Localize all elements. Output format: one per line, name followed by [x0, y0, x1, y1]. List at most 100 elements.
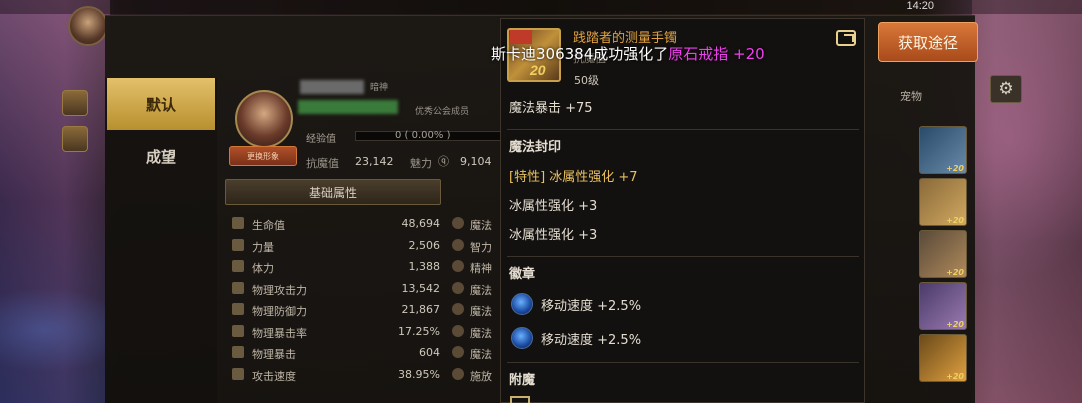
broadcast-item: 原石戒指 +20: [668, 45, 765, 63]
attribute-row-right: 魔法: [452, 300, 500, 320]
tab-reputation[interactable]: 成望: [107, 130, 215, 182]
pet-tab[interactable]: 宠物: [900, 88, 922, 104]
slot-enhance: +20: [946, 320, 964, 329]
attribute-row: 攻击速度 38.95%: [232, 365, 440, 385]
attribute-value: 17.25%: [398, 324, 440, 338]
basic-attributes-tab[interactable]: 基础属性: [225, 179, 441, 205]
equipment-slot[interactable]: +20: [919, 230, 967, 278]
emblem-line-2: 移动速度 +2.5%: [541, 333, 642, 348]
attribute-value: 2,506: [408, 238, 441, 252]
attribute-icon: [232, 303, 244, 315]
attribute-row-right: 魔法: [452, 214, 500, 234]
share-icon[interactable]: [836, 30, 856, 46]
broadcast-prefix: 斯卡迪306384成功强化了: [491, 45, 669, 63]
blurred-name: [300, 80, 364, 94]
attribute-value: 48,694: [401, 217, 441, 230]
slot-enhance: +20: [946, 216, 964, 225]
quest-icon[interactable]: [62, 90, 88, 116]
class-name: 暗神: [370, 83, 389, 93]
broadcast-message: 斯卡迪306384成功强化了原石戒指 +20: [491, 43, 765, 64]
attribute-icon: [232, 217, 244, 229]
attribute-name: 物理攻击力: [252, 283, 307, 297]
attribute-row-right: 魔法: [452, 343, 500, 363]
attribute-name: 生命值: [252, 219, 285, 232]
attribute-icon: [232, 367, 244, 380]
attribute-name: 魔法: [470, 219, 492, 232]
attribute-icon: [452, 281, 464, 294]
attribute-icon: [452, 238, 464, 251]
attribute-icon: [452, 367, 464, 380]
attribute-name: 精神: [470, 262, 492, 275]
slot-enhance: +20: [946, 164, 964, 173]
player-avatar[interactable]: [68, 6, 108, 46]
equipment-slot[interactable]: +20: [919, 282, 967, 330]
equipment-slot[interactable]: +20: [919, 334, 967, 382]
menu-icon[interactable]: [62, 126, 88, 152]
scene-left: [0, 0, 110, 403]
attribute-value: 38.95%: [398, 367, 440, 381]
attribute-row-right: 精神: [452, 257, 500, 277]
equipment-slot[interactable]: +20: [919, 178, 967, 226]
emblem-icon: [511, 327, 533, 349]
attribute-name: 攻击速度: [252, 369, 296, 383]
attribute-value: 21,867: [401, 303, 441, 316]
exp-value: 0 ( 0.00% ): [395, 130, 451, 141]
attribute-name: 魔法: [470, 326, 492, 340]
attribute-icon: [452, 217, 464, 229]
enchant-title: 附魔: [509, 373, 536, 388]
attribute-icon: [452, 346, 464, 358]
item-enhance-level: 20: [530, 62, 546, 78]
blurred-guild: [298, 100, 398, 114]
attribute-name: 物理暴击率: [252, 326, 307, 340]
divider: [507, 362, 859, 363]
enchant-icon: [510, 396, 530, 403]
attribute-row: 体力 1,388: [232, 257, 440, 277]
guild-title: 优秀公会成员: [415, 107, 470, 117]
attribute-icon: [232, 346, 244, 358]
attribute-value: 1,388: [408, 260, 441, 273]
attribute-name: 魔法: [470, 305, 492, 318]
attribute-name: 施放: [470, 369, 492, 383]
change-appearance-button[interactable]: 更换形象: [229, 146, 297, 166]
attribute-name: 物理暴击: [252, 348, 296, 361]
exp-label: 经验值: [306, 134, 336, 145]
seal-line-1: [特性] 冰属性强化 +7: [509, 170, 638, 185]
attribute-icon: [452, 324, 464, 337]
attribute-name: 物理防御力: [252, 305, 307, 318]
attribute-row-right: 智力: [452, 236, 500, 256]
divider: [507, 129, 859, 130]
attribute-row-right: 施放: [452, 365, 500, 385]
attribute-name: 智力: [470, 240, 492, 254]
charm-icon: ⓠ: [438, 155, 449, 168]
attribute-icon: [232, 281, 244, 294]
get-source-button[interactable]: 获取途径: [878, 22, 978, 62]
attribute-row: 物理暴击率 17.25%: [232, 322, 440, 342]
charm-value: 9,104: [460, 155, 492, 168]
divider: [507, 256, 859, 257]
attribute-row: 生命值 48,694: [232, 214, 440, 234]
attribute-value: 13,542: [401, 281, 441, 295]
gear-icon[interactable]: ⚙: [990, 75, 1022, 103]
status-bar: 14:20: [0, 0, 1082, 14]
tab-default[interactable]: 默认: [107, 78, 215, 130]
anti-demon-label: 抗魔值: [306, 157, 339, 170]
emblem-icon: [511, 293, 533, 315]
attribute-row-right: 魔法: [452, 322, 500, 342]
equipment-slot[interactable]: +20: [919, 126, 967, 174]
anti-demon-value: 23,142: [355, 155, 394, 168]
slot-enhance: +20: [946, 268, 964, 277]
attribute-name: 力量: [252, 240, 274, 254]
attribute-row: 物理攻击力 13,542: [232, 279, 440, 299]
item-badge: [510, 30, 532, 44]
attribute-name: 体力: [252, 262, 274, 275]
attribute-row: 物理防御力 21,867: [232, 300, 440, 320]
attribute-icon: [452, 260, 464, 272]
magic-seal-title: 魔法封印: [509, 140, 562, 155]
scene-right: [972, 0, 1082, 403]
attribute-name: 魔法: [470, 283, 492, 297]
emblem-title: 徽章: [509, 267, 536, 282]
seal-line-2: 冰属性强化 +3: [509, 199, 598, 214]
attribute-row-right: 魔法: [452, 279, 500, 299]
side-icon-column: [62, 90, 90, 162]
character-portrait[interactable]: [235, 90, 293, 148]
